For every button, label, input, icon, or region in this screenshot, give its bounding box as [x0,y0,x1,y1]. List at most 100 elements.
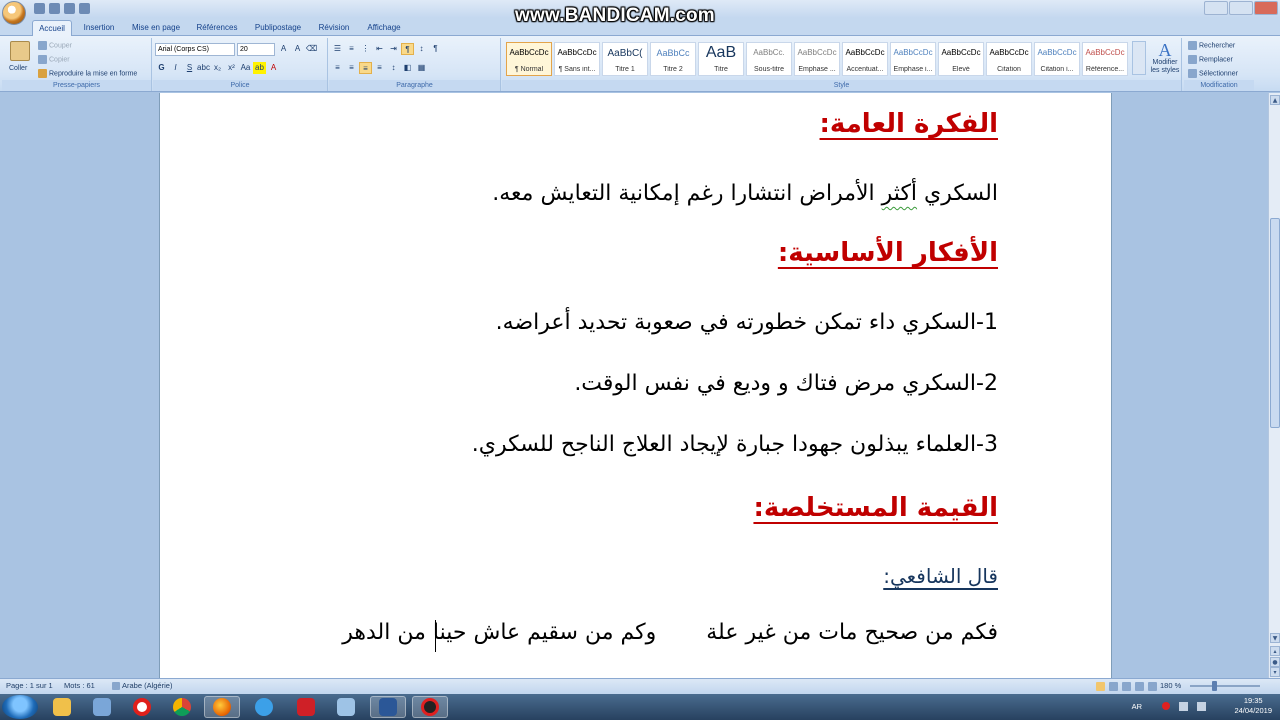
line-spacing-icon[interactable]: ↕ [387,62,400,74]
next-page-icon[interactable]: ▾ [1270,667,1280,677]
bold-icon[interactable]: G [155,62,168,74]
close-button[interactable] [1254,1,1278,15]
borders-icon[interactable]: ▦ [415,62,428,74]
style-11[interactable]: AaBbCcDc Citation i... [1034,42,1080,76]
paste-icon[interactable] [10,41,30,61]
shading-icon[interactable]: ◧ [401,62,414,74]
grow-font-icon[interactable]: A [277,43,290,55]
superscript-icon[interactable]: x² [225,62,238,74]
zoom-slider-knob[interactable] [1212,681,1218,691]
taskbar-chrome[interactable] [164,696,200,718]
taskbar-media[interactable] [84,696,120,718]
decrease-indent-icon[interactable]: ⇤ [373,43,386,55]
document-page[interactable]: الفكرة العامة: السكري أكثر الأمراض انتشا… [159,93,1112,678]
cut-button[interactable]: Couper [38,41,72,50]
outline-icon[interactable] [1135,682,1144,691]
paste-button[interactable]: Coller [9,65,27,72]
browse-object-icon[interactable]: ● [1270,657,1280,667]
volume-icon[interactable] [1197,702,1206,711]
increase-indent-icon[interactable]: ⇥ [387,43,400,55]
network-icon[interactable] [1179,702,1188,711]
keyboard-language[interactable]: AR [1132,702,1142,711]
recording-icon[interactable] [1162,702,1170,710]
replace-button[interactable]: Remplacer [1188,55,1233,64]
style-2[interactable]: AaBbC(Titre 1 [602,42,648,76]
language-indicator[interactable]: Arabe (Algérie) [112,681,172,691]
align-right-icon[interactable]: ≡ [359,62,372,74]
highlight-icon[interactable]: ab [253,62,266,74]
save-icon[interactable] [34,3,45,14]
scroll-down-icon[interactable]: ▼ [1270,633,1280,643]
change-case-icon[interactable]: Aa [239,62,252,74]
style-9[interactable]: AaBbCcDc Élevé [938,42,984,76]
zoom-slider[interactable] [1190,685,1260,687]
grammar-flagged-word[interactable]: أكثر [882,181,917,206]
taskbar-ie[interactable] [246,696,282,718]
style-7[interactable]: AaBbCcDc Accentuat... [842,42,888,76]
align-left-icon[interactable]: ≡ [331,62,344,74]
draft-icon[interactable] [1148,682,1157,691]
taskbar-paint[interactable] [328,696,364,718]
previous-page-icon[interactable]: ▴ [1270,646,1280,656]
tab-accueil[interactable]: Accueil [32,20,72,36]
select-button[interactable]: Sélectionner [1188,69,1238,78]
italic-icon[interactable]: I [169,62,182,74]
justify-icon[interactable]: ≡ [373,62,386,74]
undo-icon[interactable] [49,3,60,14]
styles-scroll[interactable] [1132,41,1146,75]
minimize-button[interactable] [1204,1,1228,15]
tab-mise-en-page[interactable]: Mise en page [126,20,186,36]
strikethrough-icon[interactable]: abc [197,62,210,74]
tab-revision[interactable]: Révision [312,20,356,36]
copy-button[interactable]: Copier [38,55,70,64]
maximize-button[interactable] [1229,1,1253,15]
start-button[interactable] [2,695,38,719]
multilevel-list-icon[interactable]: ⋮ [359,43,372,55]
numbering-icon[interactable]: ≡ [345,43,358,55]
show-marks-icon[interactable]: ¶ [429,43,442,55]
font-size-combo[interactable]: 20 [237,43,275,56]
bullets-icon[interactable]: ☰ [331,43,344,55]
word-count[interactable]: Mots : 61 [64,681,95,690]
taskbar-opera[interactable] [124,696,160,718]
style-5[interactable]: AaBbCc. Sous-titre [746,42,792,76]
zoom-level[interactable]: 180 % [1160,681,1181,690]
style-8[interactable]: AaBbCcDc Emphase i... [890,42,936,76]
tab-references[interactable]: Références [192,20,242,36]
style-10[interactable]: AaBbCcDc Citation [986,42,1032,76]
vertical-scrollbar[interactable]: ▲ ▼ ▴ ● ▾ [1268,93,1280,678]
shrink-font-icon[interactable]: A [291,43,304,55]
page-count[interactable]: Page : 1 sur 1 [6,681,53,690]
tab-insertion[interactable]: Insertion [78,20,120,36]
scroll-thumb[interactable] [1270,218,1280,428]
find-button[interactable]: Rechercher [1188,41,1235,50]
style-12[interactable]: AaBbCcDc Référence... [1082,42,1128,76]
taskbar-bandicam[interactable] [412,696,448,718]
center-icon[interactable]: ≡ [345,62,358,74]
format-painter-button[interactable]: Reproduire la mise en forme [38,69,137,78]
full-screen-icon[interactable] [1109,682,1118,691]
office-button[interactable] [2,1,26,25]
style-0[interactable]: AaBbCcDc ¶ Normal [506,42,552,76]
change-styles-button[interactable]: A Modifier les styles [1150,41,1180,75]
underline-icon[interactable]: S [183,62,196,74]
style-4[interactable]: AaB Titre [698,42,744,76]
font-color-icon[interactable]: A [267,62,280,74]
rtl-direction-icon[interactable]: ¶ [401,43,414,55]
tab-affichage[interactable]: Affichage [362,20,406,36]
web-layout-icon[interactable] [1122,682,1131,691]
print-layout-icon[interactable] [1096,682,1105,691]
taskbar-word[interactable] [370,696,406,718]
taskbar-explorer[interactable] [44,696,80,718]
style-3[interactable]: AaBbCc Titre 2 [650,42,696,76]
taskbar-firefox[interactable] [204,696,240,718]
sort-icon[interactable]: ↕ [415,43,428,55]
subscript-icon[interactable]: x₂ [211,62,224,74]
font-family-combo[interactable]: Arial (Corps CS) [155,43,235,56]
clock[interactable]: 19:35 24/04/2019 [1234,696,1272,716]
taskbar-app-red[interactable] [288,696,324,718]
scroll-up-icon[interactable]: ▲ [1270,95,1280,105]
style-6[interactable]: AaBbCcDc Emphase ... [794,42,840,76]
customize-toolbar-icon[interactable] [79,3,90,14]
style-1[interactable]: AaBbCcDc ¶ Sans int... [554,42,600,76]
